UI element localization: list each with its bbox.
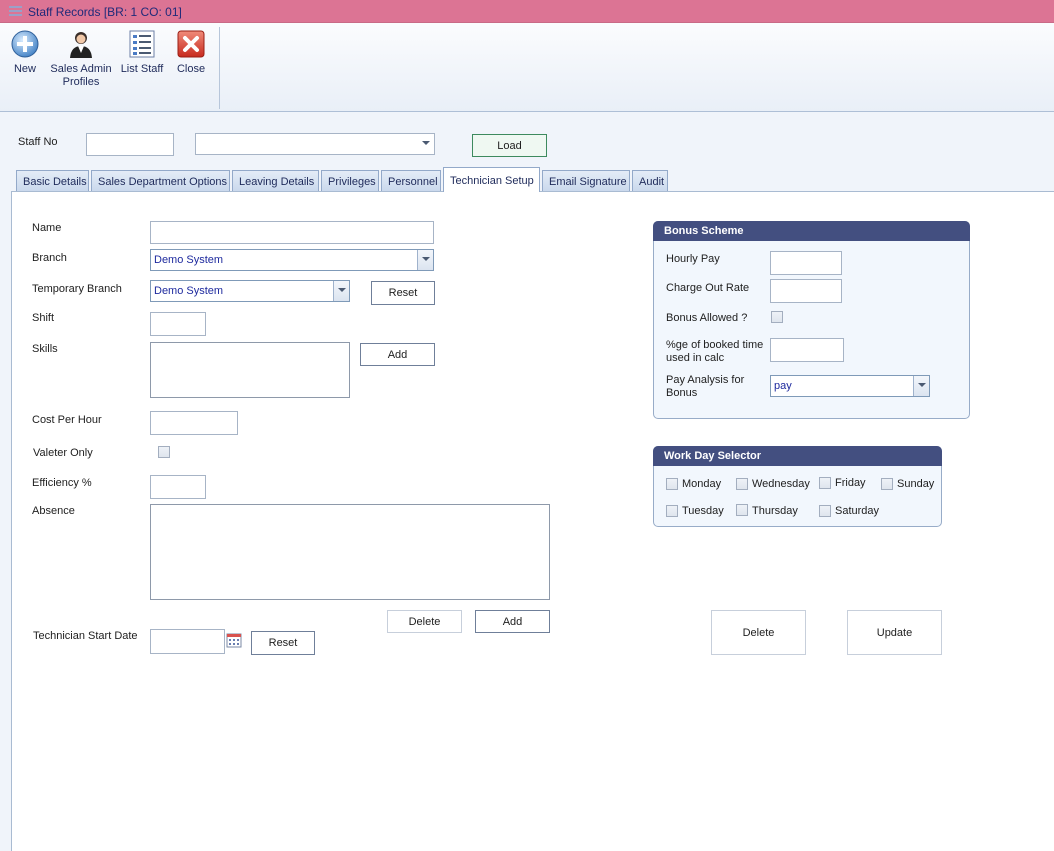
- close-icon: [176, 29, 206, 59]
- name-input[interactable]: [150, 221, 434, 244]
- pct-booked-time-input[interactable]: [770, 338, 844, 362]
- tab-email-signature[interactable]: Email Signature: [542, 170, 630, 192]
- pct-booked-time-label: %ge of booked time used in calc: [666, 339, 764, 364]
- add-skill-button[interactable]: Add: [360, 343, 435, 366]
- chevron-down-icon[interactable]: [333, 281, 349, 301]
- ribbon-separator: [219, 27, 220, 109]
- window-title: Staff Records [BR: 1 CO: 01]: [28, 5, 182, 19]
- charge-out-rate-input[interactable]: [770, 279, 842, 303]
- chevron-down-icon[interactable]: [418, 134, 434, 154]
- bonus-scheme-title: Bonus Scheme: [653, 221, 970, 241]
- work-day-selector-title: Work Day Selector: [653, 446, 942, 466]
- efficiency-input[interactable]: [150, 475, 206, 499]
- wednesday-label: Wednesday: [752, 478, 810, 490]
- hourly-pay-input[interactable]: [770, 251, 842, 275]
- menu-icon[interactable]: [9, 6, 22, 18]
- tab-leaving-details[interactable]: Leaving Details: [232, 170, 319, 192]
- tab-audit[interactable]: Audit: [632, 170, 668, 192]
- monday-label: Monday: [682, 478, 722, 490]
- absence-label: Absence: [32, 505, 75, 517]
- thursday-checkbox[interactable]: [736, 504, 748, 516]
- wednesday-checkbox[interactable]: [736, 478, 748, 490]
- temporary-branch-select[interactable]: Demo System: [150, 280, 350, 302]
- list-icon: [127, 29, 157, 59]
- tab-personnel[interactable]: Personnel: [381, 170, 441, 192]
- tab-basic-details[interactable]: Basic Details: [16, 170, 89, 192]
- tab-technician-setup[interactable]: Technician Setup: [443, 167, 540, 192]
- temporary-branch-label: Temporary Branch: [32, 283, 122, 295]
- reset-start-date-button[interactable]: Reset: [251, 631, 315, 655]
- saturday-label: Saturday: [835, 505, 880, 517]
- skills-list[interactable]: [150, 342, 350, 398]
- tab-sales-department-options[interactable]: Sales Department Options: [91, 170, 230, 192]
- staff-no-input[interactable]: [86, 133, 174, 156]
- monday-checkbox[interactable]: [666, 478, 678, 490]
- technician-start-date-label: Technician Start Date: [33, 630, 138, 642]
- friday-checkbox[interactable]: [819, 477, 831, 489]
- pay-analysis-label: Pay Analysis for Bonus: [666, 374, 745, 399]
- new-button[interactable]: New: [8, 29, 42, 76]
- load-button[interactable]: Load: [472, 134, 547, 157]
- valeter-only-label: Valeter Only: [33, 447, 93, 459]
- tuesday-checkbox[interactable]: [666, 505, 678, 517]
- reset-temp-branch-button[interactable]: Reset: [371, 281, 435, 305]
- delete-absence-button[interactable]: Delete: [387, 610, 462, 633]
- title-bar: Staff Records [BR: 1 CO: 01]: [0, 0, 1054, 23]
- staff-select[interactable]: [195, 133, 435, 155]
- close-button[interactable]: Close: [174, 29, 208, 76]
- bonus-allowed-label: Bonus Allowed ?: [666, 312, 748, 324]
- branch-label: Branch: [32, 252, 67, 264]
- ribbon-toolbar: New Sales Admin Profiles List Staff Clos…: [0, 23, 1054, 112]
- update-button[interactable]: Update: [847, 610, 942, 655]
- bonus-allowed-checkbox[interactable]: [771, 311, 783, 323]
- name-label: Name: [32, 222, 62, 234]
- chevron-down-icon[interactable]: [913, 376, 929, 396]
- tuesday-label: Tuesday: [682, 505, 724, 517]
- add-icon: [10, 29, 40, 59]
- thursday-label: Thursday: [752, 505, 798, 517]
- skills-label: Skills: [32, 343, 58, 355]
- cost-per-hour-label: Cost Per Hour: [32, 414, 102, 426]
- absence-list[interactable]: [150, 504, 550, 600]
- pay-analysis-select[interactable]: pay: [770, 375, 930, 397]
- shift-label: Shift: [32, 312, 55, 324]
- saturday-checkbox[interactable]: [819, 505, 831, 517]
- branch-select[interactable]: Demo System: [150, 249, 434, 271]
- efficiency-label: Efficiency %: [32, 477, 92, 489]
- tab-privileges[interactable]: Privileges: [321, 170, 379, 192]
- hourly-pay-label: Hourly Pay: [666, 253, 720, 265]
- add-absence-button[interactable]: Add: [475, 610, 550, 633]
- valeter-only-checkbox[interactable]: [158, 446, 170, 458]
- person-icon: [66, 29, 96, 59]
- charge-out-rate-label: Charge Out Rate: [666, 282, 750, 294]
- friday-label: Friday: [835, 477, 866, 489]
- cost-per-hour-input[interactable]: [150, 411, 238, 435]
- shift-input[interactable]: [150, 312, 206, 336]
- list-staff-button[interactable]: List Staff: [118, 29, 166, 76]
- chevron-down-icon[interactable]: [417, 250, 433, 270]
- staff-no-label: Staff No: [18, 136, 58, 148]
- delete-button[interactable]: Delete: [711, 610, 806, 655]
- sunday-checkbox[interactable]: [881, 478, 893, 490]
- sales-admin-profiles-button[interactable]: Sales Admin Profiles: [48, 29, 114, 89]
- sunday-label: Sunday: [897, 478, 935, 490]
- calendar-icon[interactable]: [226, 632, 242, 648]
- technician-start-date-input[interactable]: [150, 629, 225, 654]
